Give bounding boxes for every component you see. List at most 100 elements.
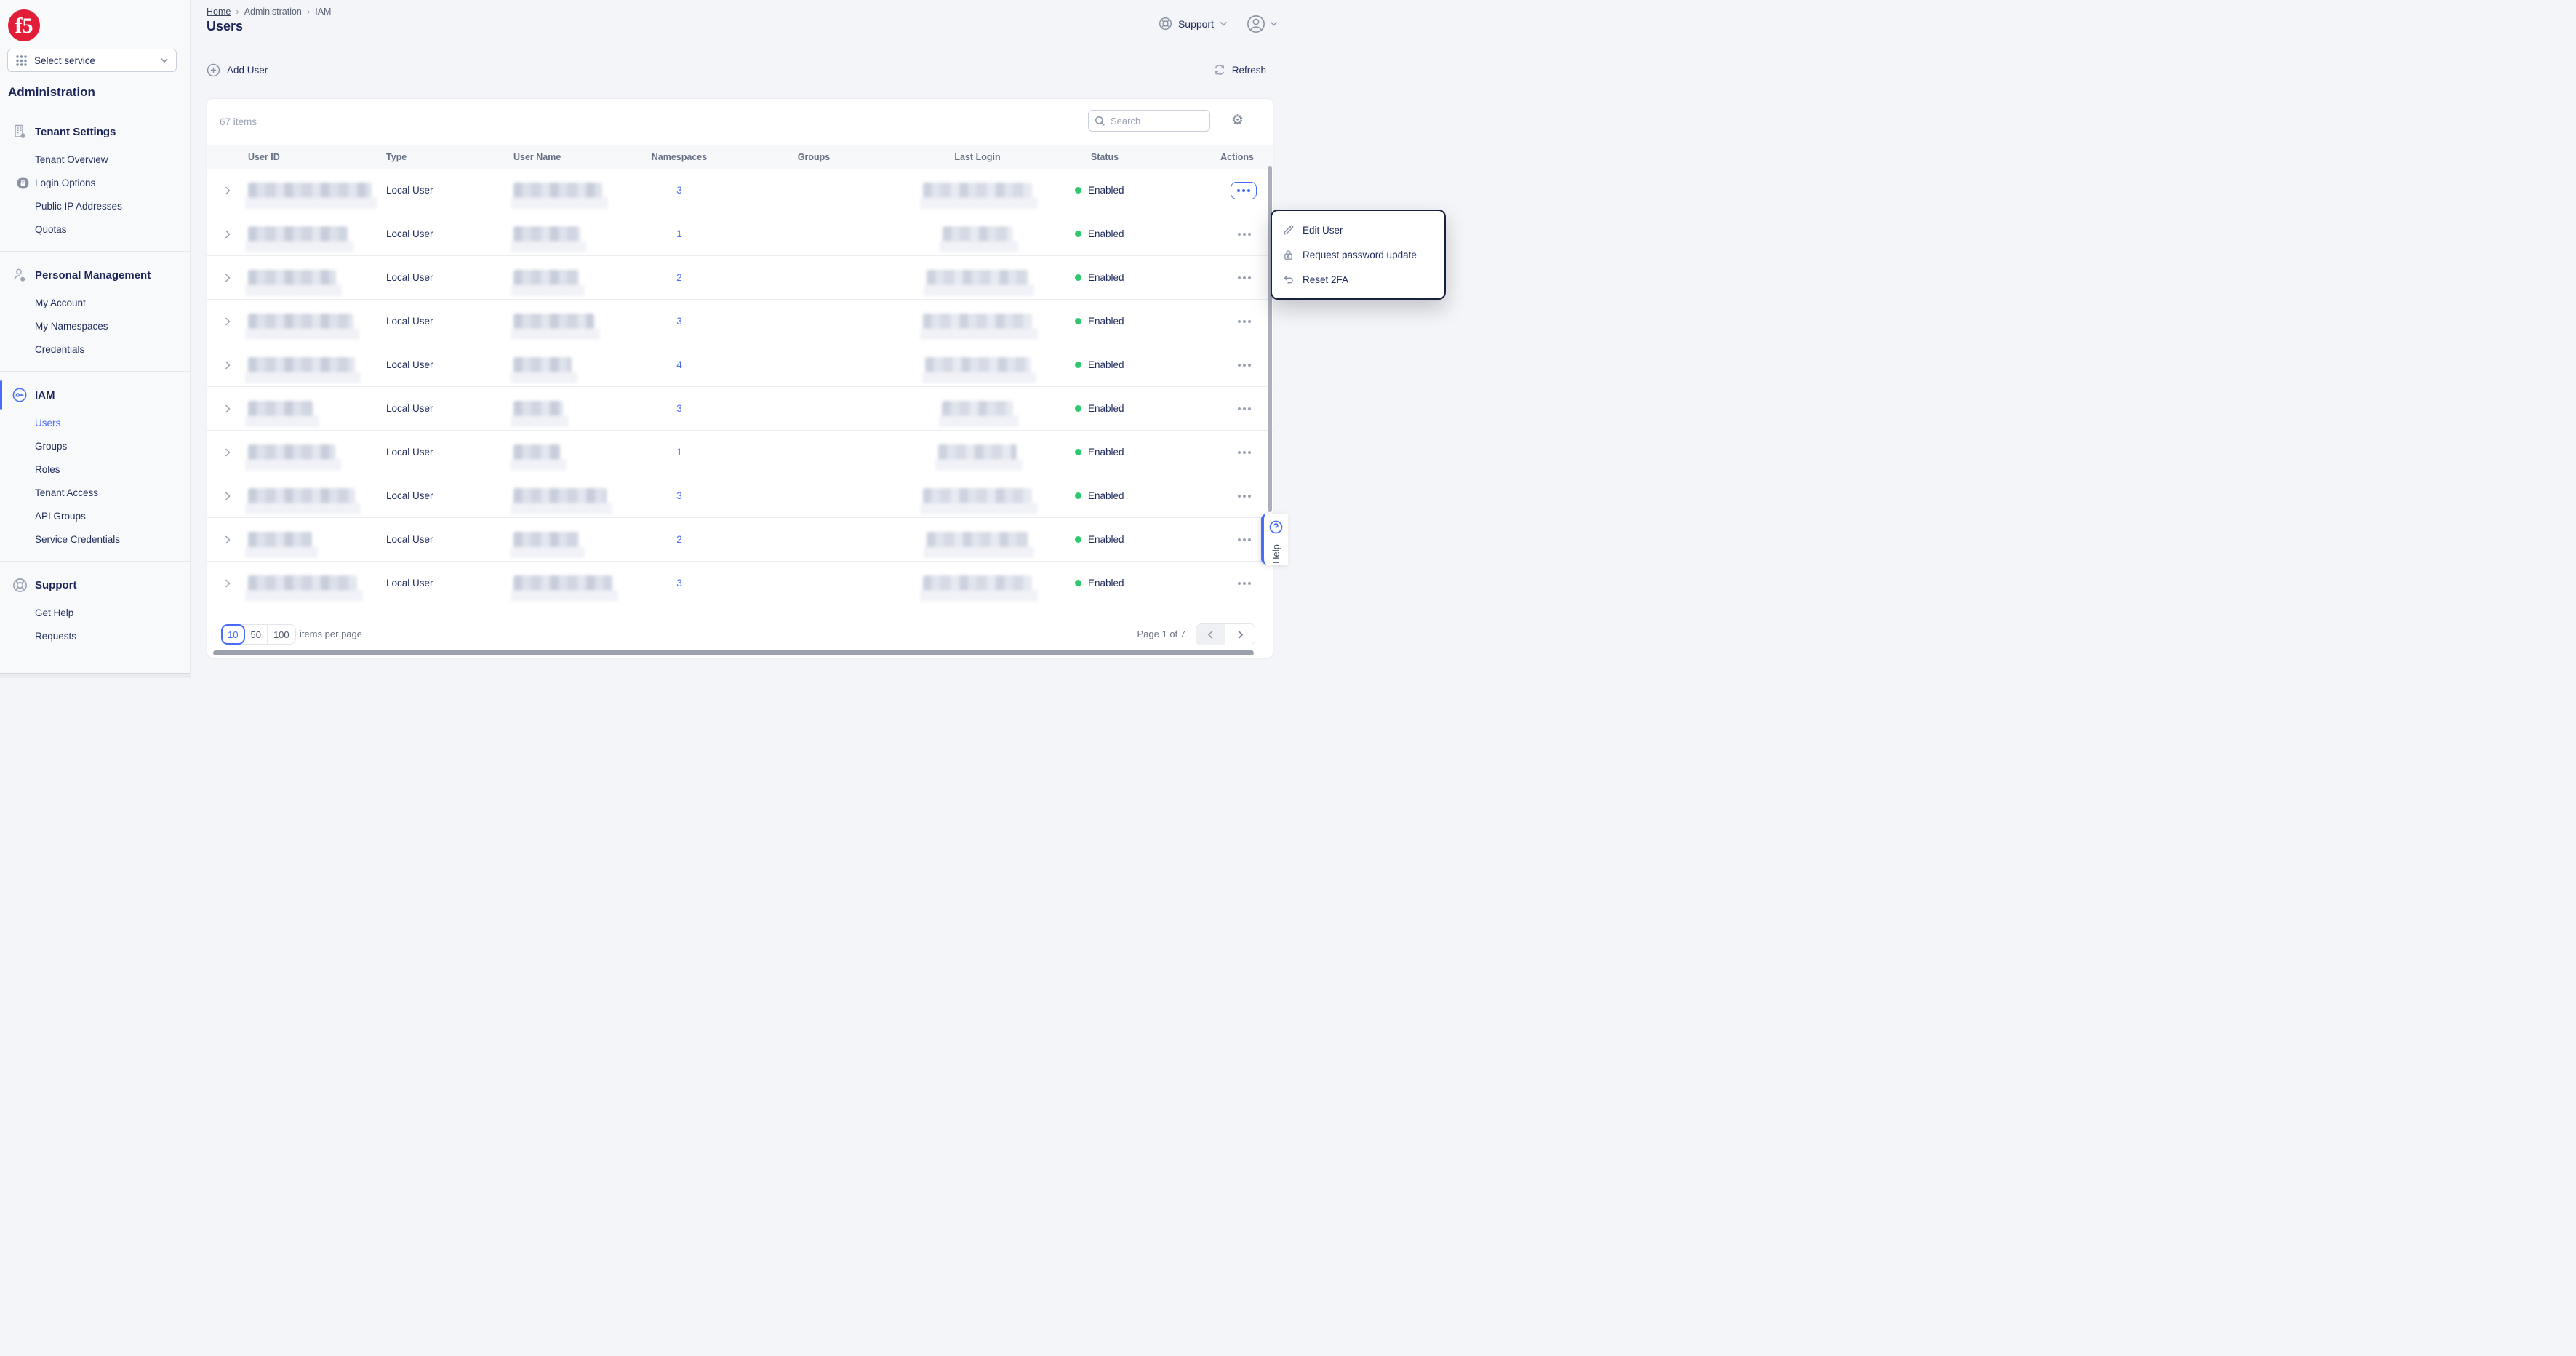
row-expander[interactable] (207, 274, 248, 282)
row-expander[interactable] (207, 404, 248, 413)
support-menu-button[interactable]: Support (1159, 17, 1228, 31)
cell-status: Enabled (1050, 534, 1159, 545)
menu-item-request-password-update[interactable]: Request password update (1272, 242, 1444, 267)
sidebar-item-login-options[interactable]: Login Options (0, 171, 190, 194)
sidebar-item-label: Tenant Overview (35, 154, 108, 165)
row-actions-button[interactable] (1232, 357, 1257, 373)
account-menu-button[interactable] (1247, 15, 1278, 33)
row-actions-button[interactable] (1232, 401, 1257, 417)
row-expander[interactable] (207, 230, 248, 239)
service-selector[interactable]: Select service (7, 49, 177, 72)
sidebar-item-my-namespaces[interactable]: My Namespaces (0, 314, 190, 338)
gear-icon[interactable]: ⚙ (1231, 113, 1244, 128)
cell-type: Local User (386, 447, 513, 458)
redacted-user-name (513, 183, 602, 199)
cell-actions (1159, 575, 1274, 591)
namespaces-count-link[interactable]: 1 (676, 447, 682, 458)
sidebar-item-roles[interactable]: Roles (0, 458, 190, 481)
service-selector-label: Select service (34, 55, 160, 66)
row-expander[interactable] (207, 535, 248, 544)
cell-status: Enabled (1050, 316, 1159, 327)
row-actions-button[interactable] (1232, 488, 1257, 504)
namespaces-count-link[interactable]: 2 (676, 534, 682, 545)
sidebar-item-get-help[interactable]: Get Help (0, 601, 190, 624)
sidebar-item-quotas[interactable]: Quotas (0, 218, 190, 241)
redacted-last-login (923, 575, 1032, 591)
row-expander[interactable] (207, 448, 248, 457)
namespaces-count-link[interactable]: 1 (676, 228, 682, 239)
page-size-10[interactable]: 10 (222, 625, 244, 644)
breadcrumb-home[interactable]: Home (207, 7, 231, 17)
row-actions-button[interactable] (1232, 314, 1257, 330)
refresh-button[interactable]: Refresh (1213, 63, 1266, 76)
row-actions-button[interactable] (1232, 226, 1257, 242)
namespaces-count-link[interactable]: 3 (676, 403, 682, 414)
cell-type: Local User (386, 316, 513, 327)
menu-item-edit-user[interactable]: Edit User (1272, 218, 1444, 242)
sidebar-item-service-credentials[interactable]: Service Credentials (0, 527, 190, 551)
namespaces-count-link[interactable]: 2 (676, 272, 682, 283)
page-size-selector: 1050100 (221, 624, 296, 645)
cell-user-name (513, 226, 636, 242)
redacted-user-name (513, 226, 580, 242)
sidebar-section-header-support[interactable]: Support (0, 569, 190, 601)
sidebar-section-iam: IAMUsersGroupsRolesTenant AccessAPI Grou… (0, 371, 190, 561)
row-expander[interactable] (207, 317, 248, 326)
row-actions-button[interactable] (1232, 532, 1257, 548)
table-body: Local User 3 Enabled Local User 1 Enable… (207, 169, 1273, 605)
sidebar-scrollbar[interactable] (0, 673, 190, 678)
sidebar-item-my-account[interactable]: My Account (0, 291, 190, 314)
sidebar-section-header-tenant-settings[interactable]: Tenant Settings (0, 116, 190, 148)
sidebar-section-header-personal-management[interactable]: Personal Management (0, 259, 190, 291)
cell-last-login (905, 183, 1050, 199)
column-header-actions: Actions (1159, 152, 1274, 162)
sidebar-item-tenant-overview[interactable]: Tenant Overview (0, 148, 190, 171)
row-actions-button[interactable] (1231, 182, 1257, 199)
menu-item-label: Edit User (1303, 225, 1343, 236)
sidebar-item-credentials[interactable]: Credentials (0, 338, 190, 361)
main-content: Home › Administration › IAM Users Suppor… (191, 0, 1288, 678)
page-indicator: Page 1 of 7 (1137, 629, 1186, 639)
sidebar-item-label: My Namespaces (35, 321, 108, 332)
cell-status: Enabled (1050, 578, 1159, 589)
namespaces-count-link[interactable]: 3 (676, 490, 682, 501)
namespaces-count-link[interactable]: 3 (676, 185, 682, 196)
help-tab-button[interactable]: Help (1261, 514, 1288, 565)
sidebar-item-api-groups[interactable]: API Groups (0, 504, 190, 527)
namespaces-count-link[interactable]: 3 (676, 578, 682, 589)
cell-last-login (905, 401, 1050, 417)
previous-page-button[interactable] (1196, 624, 1225, 645)
row-expander[interactable] (207, 361, 248, 370)
row-expander[interactable] (207, 492, 248, 500)
page-size-50[interactable]: 50 (244, 625, 267, 644)
row-actions-button[interactable] (1232, 575, 1257, 591)
lock-icon (1282, 249, 1295, 261)
cell-user-id (248, 575, 386, 591)
sidebar-item-users[interactable]: Users (0, 411, 190, 434)
next-page-button[interactable] (1225, 624, 1255, 645)
sidebar-item-groups[interactable]: Groups (0, 434, 190, 458)
sidebar-item-public-ip-addresses[interactable]: Public IP Addresses (0, 194, 190, 218)
row-actions-button[interactable] (1232, 270, 1257, 286)
page-size-100[interactable]: 100 (268, 625, 295, 644)
add-user-button[interactable]: Add User (207, 63, 268, 77)
namespaces-count-link[interactable]: 3 (676, 316, 682, 327)
cell-namespaces: 2 (636, 534, 723, 545)
chevron-right-icon (1237, 630, 1244, 639)
row-expander[interactable] (207, 579, 248, 588)
menu-item-reset-2fa[interactable]: Reset 2FA (1272, 267, 1444, 292)
row-expander[interactable] (207, 186, 248, 195)
cell-user-id (248, 226, 386, 242)
row-actions-button[interactable] (1232, 444, 1257, 460)
redacted-user-id (248, 314, 353, 330)
sidebar-section-header-iam[interactable]: IAM (0, 379, 190, 411)
sidebar-item-tenant-access[interactable]: Tenant Access (0, 481, 190, 504)
sidebar-item-requests[interactable]: Requests (0, 624, 190, 647)
namespaces-count-link[interactable]: 4 (676, 359, 682, 370)
search-input[interactable] (1111, 116, 1204, 127)
topbar: Home › Administration › IAM Users Suppor… (191, 0, 1288, 47)
redacted-user-name (513, 532, 579, 548)
column-header-status: Status (1050, 152, 1159, 162)
status-dot-icon (1075, 362, 1081, 368)
actions-toolbar: Add User Refresh (191, 47, 1288, 98)
